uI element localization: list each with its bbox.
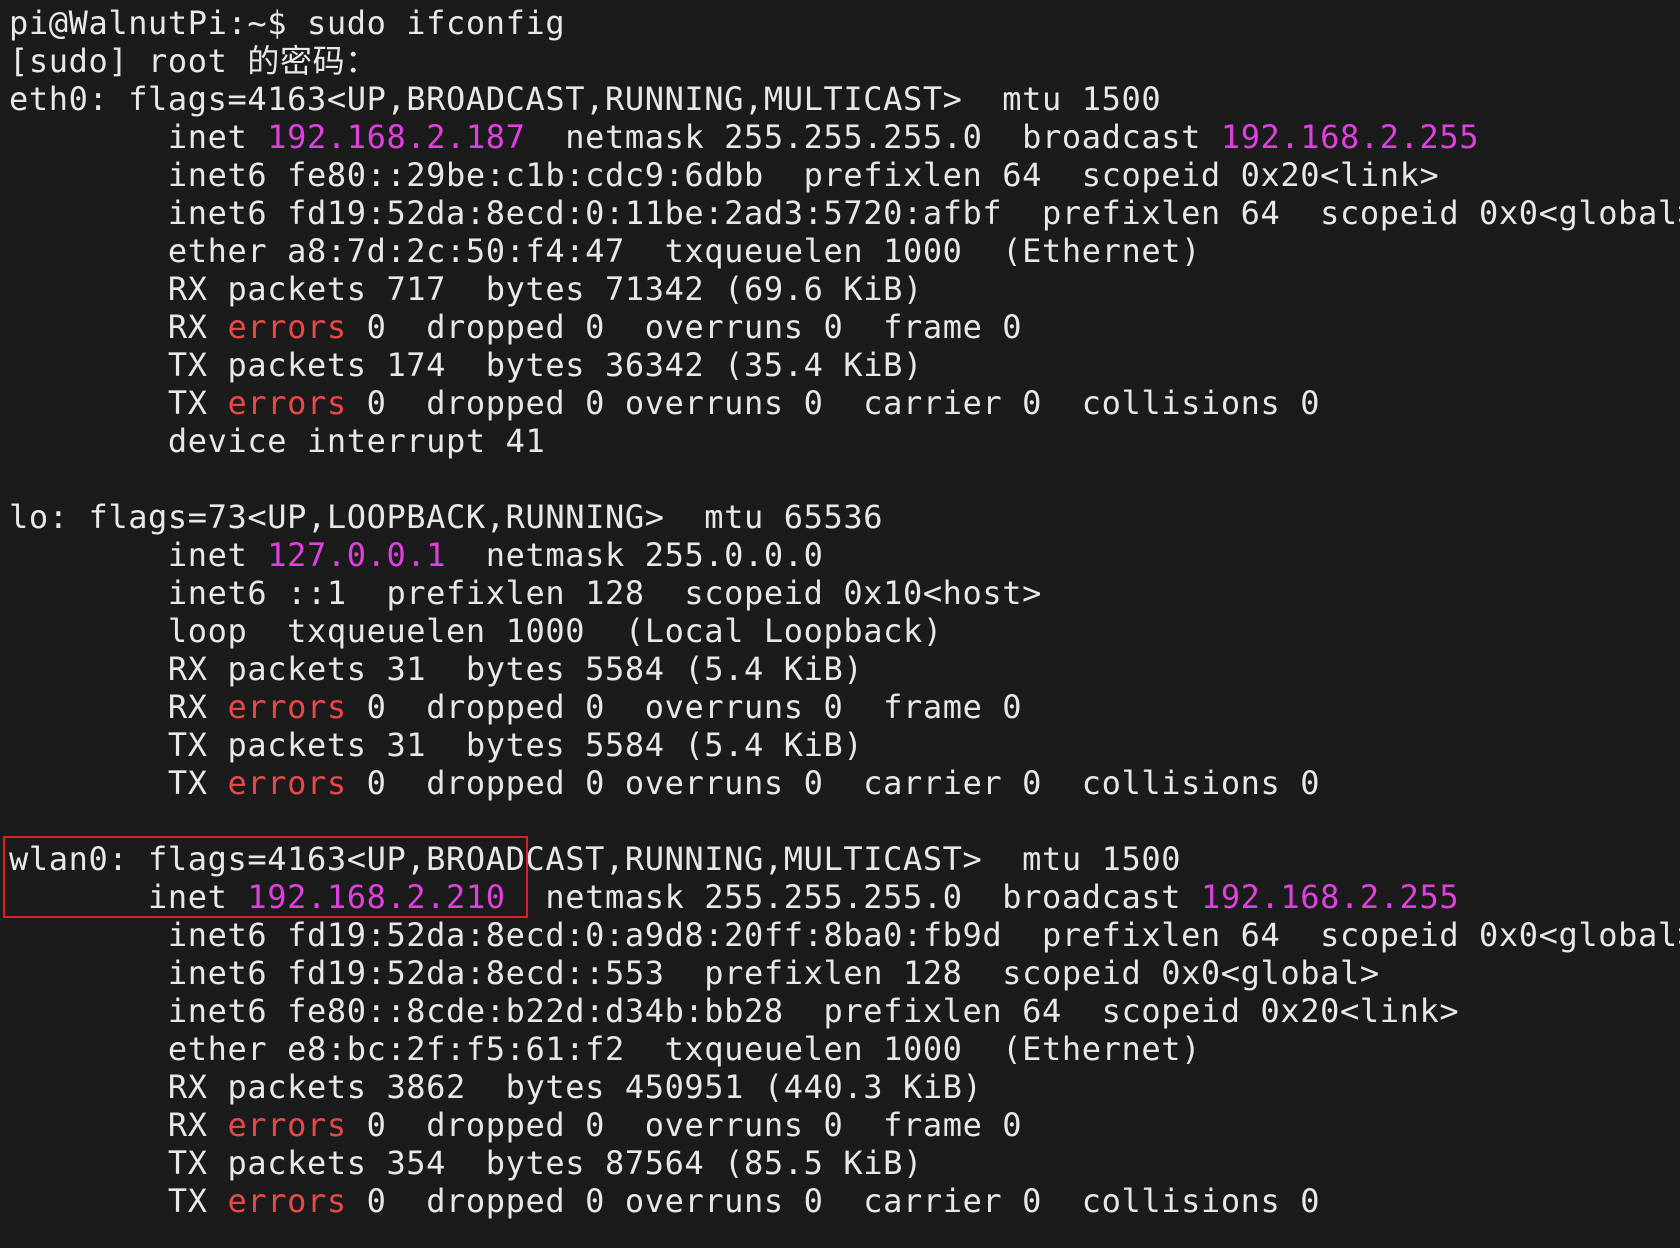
terminal-text: 0 dropped 0 overruns 0 carrier 0 collisi… — [346, 1182, 1321, 1220]
terminal-text: TX — [9, 764, 228, 802]
terminal-text: eth0: flags=4163<UP,BROADCAST,RUNNING,MU… — [9, 80, 1162, 118]
terminal-line: inet 192.168.2.187 netmask 255.255.255.0… — [9, 118, 1674, 156]
terminal-line: RX packets 31 bytes 5584 (5.4 KiB) — [9, 650, 1674, 688]
terminal-text: TX packets 31 bytes 5584 (5.4 KiB) — [9, 726, 864, 764]
terminal-text: TX — [9, 384, 228, 422]
ip-address: 127.0.0.1 — [267, 536, 447, 574]
terminal-text: inet — [9, 536, 268, 574]
ip-address: 192.168.2.255 — [1220, 118, 1480, 156]
terminal-line: eth0: flags=4163<UP,BROADCAST,RUNNING,MU… — [9, 80, 1674, 118]
errors-label: errors — [227, 1106, 347, 1144]
terminal-line: RX packets 717 bytes 71342 (69.6 KiB) — [9, 270, 1674, 308]
terminal-line: inet6 fd19:52da:8ecd::553 prefixlen 128 … — [9, 954, 1674, 992]
terminal-text: inet6 fe80::8cde:b22d:d34b:bb28 prefixle… — [9, 992, 1460, 1030]
terminal-line: inet 192.168.2.210 netmask 255.255.255.0… — [9, 878, 1674, 916]
terminal-text: lo: flags=73<UP,LOOPBACK,RUNNING> mtu 65… — [9, 498, 884, 536]
terminal-text: loop txqueuelen 1000 (Local Loopback) — [9, 612, 943, 650]
terminal-line: RX packets 3862 bytes 450951 (440.3 KiB) — [9, 1068, 1674, 1106]
terminal-text: inet — [9, 118, 268, 156]
terminal-text: RX — [9, 1106, 228, 1144]
terminal-text: 0 dropped 0 overruns 0 frame 0 — [346, 688, 1023, 726]
terminal-text: 0 dropped 0 overruns 0 carrier 0 collisi… — [346, 764, 1321, 802]
terminal-line: loop txqueuelen 1000 (Local Loopback) — [9, 612, 1674, 650]
terminal-line: [sudo] root 的密码： — [9, 42, 1674, 80]
ip-address: 192.168.2.187 — [267, 118, 526, 156]
terminal-text: netmask 255.0.0.0 — [446, 536, 824, 574]
terminal-text: device interrupt 41 — [9, 422, 546, 460]
terminal-text: ether a8:7d:2c:50:f4:47 txqueuelen 1000 … — [9, 232, 1201, 270]
terminal-line: inet6 fd19:52da:8ecd:0:11be:2ad3:5720:af… — [9, 194, 1680, 232]
terminal-line: ether e8:bc:2f:f5:61:f2 txqueuelen 1000 … — [9, 1030, 1674, 1068]
terminal-line: inet 127.0.0.1 netmask 255.0.0.0 — [9, 536, 1674, 574]
terminal-line: RX errors 0 dropped 0 overruns 0 frame 0 — [9, 688, 1674, 726]
terminal-text: 0 dropped 0 overruns 0 frame 0 — [346, 1106, 1023, 1144]
terminal-line: TX errors 0 dropped 0 overruns 0 carrier… — [9, 1182, 1674, 1220]
terminal-text: RX packets 31 bytes 5584 (5.4 KiB) — [9, 650, 864, 688]
terminal-output[interactable]: pi@WalnutPi:~$ sudo ifconfig [sudo] root … — [9, 4, 1680, 1220]
terminal-line: RX errors 0 dropped 0 overruns 0 frame 0 — [9, 1106, 1674, 1144]
ip-address: 192.168.2.255 — [1200, 878, 1460, 916]
terminal-line: inet6 fd19:52da:8ecd:0:a9d8:20ff:8ba0:fb… — [9, 916, 1680, 954]
errors-label: errors — [227, 764, 347, 802]
errors-label: errors — [227, 384, 347, 422]
errors-label: errors — [227, 688, 347, 726]
errors-label: errors — [227, 308, 347, 346]
terminal-text: netmask 255.255.255.0 broadcast — [525, 118, 1221, 156]
terminal-text: inet6 fe80::29be:c1b:cdc9:6dbb prefixlen… — [9, 156, 1440, 194]
terminal-line: TX errors 0 dropped 0 overruns 0 carrier… — [9, 764, 1674, 802]
terminal-line: pi@WalnutPi:~$ sudo ifconfig — [9, 4, 1674, 42]
terminal-line: inet6 fe80::29be:c1b:cdc9:6dbb prefixlen… — [9, 156, 1674, 194]
terminal-line: RX errors 0 dropped 0 overruns 0 frame 0 — [9, 308, 1674, 346]
terminal-text: pi@WalnutPi:~$ sudo ifconfig — [9, 4, 566, 42]
terminal-line: TX errors 0 dropped 0 overruns 0 carrier… — [9, 384, 1674, 422]
terminal-text: [sudo] root 的密码： — [9, 42, 378, 80]
terminal-line: wlan0: flags=4163<UP,BROADCAST,RUNNING,M… — [9, 840, 1674, 878]
terminal-text: 0 dropped 0 overruns 0 frame 0 — [346, 308, 1023, 346]
terminal-line: inet6 fe80::8cde:b22d:d34b:bb28 prefixle… — [9, 992, 1674, 1030]
terminal-text: TX packets 354 bytes 87564 (85.5 KiB) — [9, 1144, 923, 1182]
terminal-text: inet6 fd19:52da:8ecd:0:a9d8:20ff:8ba0:fb… — [9, 916, 1680, 954]
terminal-text: inet6 fd19:52da:8ecd::553 prefixlen 128 … — [9, 954, 1380, 992]
ip-address: 192.168.2.210 — [247, 878, 506, 916]
terminal-line: inet6 ::1 prefixlen 128 scopeid 0x10<hos… — [9, 574, 1674, 612]
terminal-text: wlan0: flags=4163<UP,BROADCAST,RUNNING,M… — [9, 840, 1182, 878]
terminal-line: ether a8:7d:2c:50:f4:47 txqueuelen 1000 … — [9, 232, 1674, 270]
terminal-text: inet — [9, 878, 248, 916]
terminal-text: TX packets 174 bytes 36342 (35.4 KiB) — [9, 346, 923, 384]
terminal-text: 0 dropped 0 overruns 0 carrier 0 collisi… — [346, 384, 1321, 422]
terminal-text: inet6 ::1 prefixlen 128 scopeid 0x10<hos… — [9, 574, 1043, 612]
terminal-text: RX — [9, 688, 228, 726]
terminal-text: netmask 255.255.255.0 broadcast — [505, 878, 1201, 916]
terminal-line: TX packets 174 bytes 36342 (35.4 KiB) — [9, 346, 1674, 384]
terminal-line: device interrupt 41 — [9, 422, 1674, 460]
terminal-text: RX — [9, 308, 228, 346]
terminal-text: inet6 fd19:52da:8ecd:0:11be:2ad3:5720:af… — [9, 194, 1680, 232]
terminal-text: ether e8:bc:2f:f5:61:f2 txqueuelen 1000 … — [9, 1030, 1201, 1068]
terminal-line: TX packets 31 bytes 5584 (5.4 KiB) — [9, 726, 1674, 764]
terminal-line: TX packets 354 bytes 87564 (85.5 KiB) — [9, 1144, 1674, 1182]
terminal-line: lo: flags=73<UP,LOOPBACK,RUNNING> mtu 65… — [9, 498, 1674, 536]
terminal-text: RX packets 3862 bytes 450951 (440.3 KiB) — [9, 1068, 983, 1106]
terminal-text: TX — [9, 1182, 228, 1220]
errors-label: errors — [227, 1182, 347, 1220]
terminal-text: RX packets 717 bytes 71342 (69.6 KiB) — [9, 270, 923, 308]
